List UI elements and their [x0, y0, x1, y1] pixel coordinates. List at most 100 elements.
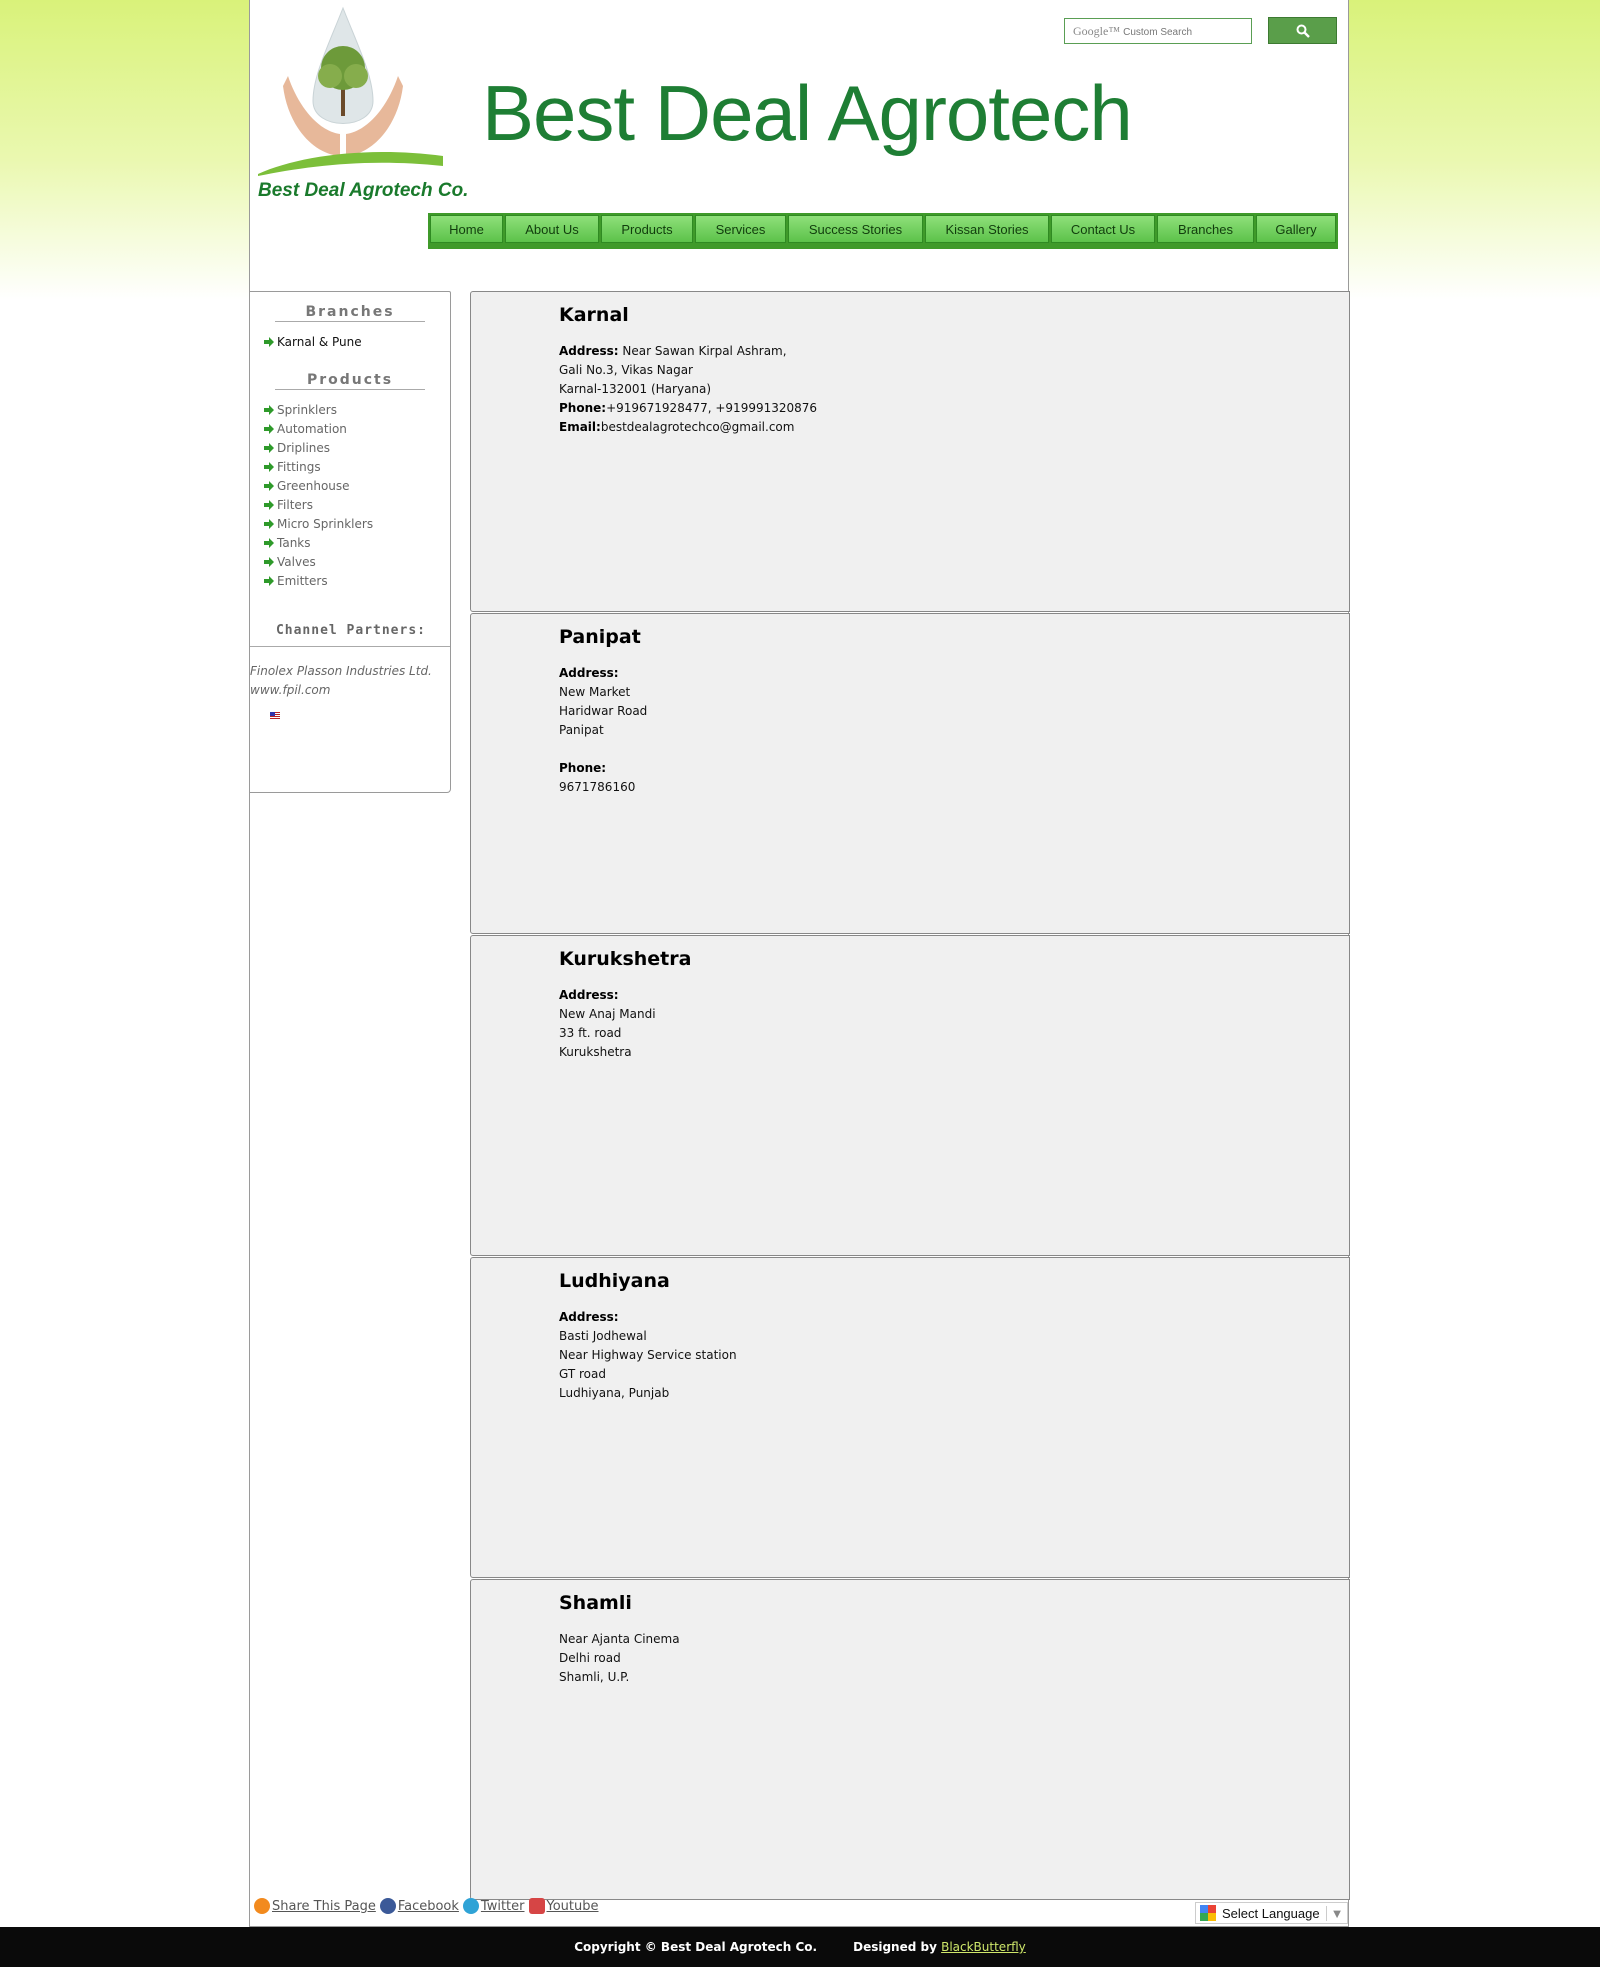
- arrow-right-icon: [264, 537, 274, 548]
- nav-kissan-stories[interactable]: Kissan Stories: [925, 215, 1049, 243]
- arrow-right-icon: [264, 556, 274, 567]
- language-select[interactable]: Select Language ▼: [1195, 1902, 1348, 1924]
- search-icon: [1296, 24, 1310, 38]
- nav-contact-us[interactable]: Contact Us: [1051, 215, 1155, 243]
- branch-details: Address: Near Sawan Kirpal Ashram, Gali …: [559, 342, 817, 437]
- address-line: GT road: [559, 1367, 606, 1381]
- google-translate-icon: [1200, 1905, 1216, 1921]
- language-select-label: Select Language: [1222, 1905, 1320, 1921]
- branches-heading: Branches: [275, 304, 425, 322]
- logo[interactable]: Best Deal Agrotech Co.: [258, 6, 468, 202]
- nav-about-us[interactable]: About Us: [505, 215, 599, 243]
- main-nav: Home About Us Products Services Success …: [428, 213, 1338, 249]
- logo-text: Best Deal Agrotech Co.: [258, 180, 469, 201]
- partner-url-link[interactable]: www.fpil.com: [250, 681, 450, 700]
- arrow-right-icon: [264, 423, 274, 434]
- arrow-right-icon: [264, 461, 274, 472]
- address-line: Shamli, U.P.: [559, 1670, 630, 1684]
- branch-details: Address: New Market Haridwar Road Panipa…: [559, 664, 647, 797]
- sidebar-item-greenhouse[interactable]: Greenhouse: [264, 476, 450, 495]
- sidebar-item-karnal-pune[interactable]: Karnal & Pune: [264, 332, 450, 351]
- address-line: Panipat: [559, 723, 604, 737]
- email-label: Email:: [559, 420, 601, 434]
- email-address[interactable]: bestdealagrotechco@gmail.com: [601, 420, 795, 434]
- phone-label: Phone:: [559, 761, 607, 775]
- branch-name: Panipat: [559, 626, 641, 648]
- page-container: Best Deal Agrotech Co. Best Deal Agrotec…: [249, 0, 1350, 1927]
- partner-name: Finolex Plasson Industries Ltd.: [250, 664, 432, 678]
- arrow-right-icon: [264, 442, 274, 453]
- site-title: Best Deal Agrotech: [482, 69, 1133, 157]
- branch-name: Shamli: [559, 1592, 632, 1614]
- nav-success-stories[interactable]: Success Stories: [788, 215, 923, 243]
- designed-by-label: Designed by: [853, 1940, 942, 1954]
- sidebar-item-automation[interactable]: Automation: [264, 419, 450, 438]
- address-line: Karnal-132001 (Haryana): [559, 382, 712, 396]
- products-list: Sprinklers Automation Driplines Fittings…: [250, 400, 450, 590]
- search-button[interactable]: [1268, 17, 1337, 44]
- branch-name: Karnal: [559, 304, 629, 326]
- sidebar-item-fittings[interactable]: Fittings: [264, 457, 450, 476]
- youtube-icon: [528, 1898, 545, 1914]
- products-heading: Products: [275, 372, 425, 390]
- twitter-icon: [462, 1898, 479, 1914]
- dropdown-arrow-icon: ▼: [1325, 1905, 1343, 1921]
- sidebar-item-valves[interactable]: Valves: [264, 552, 450, 571]
- facebook-icon: [379, 1898, 396, 1914]
- rss-share-icon: [254, 1898, 270, 1914]
- branch-name: Kurukshetra: [559, 948, 692, 970]
- address-line: Gali No.3, Vikas Nagar: [559, 363, 693, 377]
- branch-card-panipat: Panipat Address: New Market Haridwar Roa…: [470, 613, 1350, 934]
- address-label: Address:: [559, 1310, 619, 1324]
- branch-name: Ludhiyana: [559, 1270, 670, 1292]
- sidebar-item-label: Valves: [277, 554, 316, 569]
- google-label: Google™: [1073, 24, 1121, 38]
- sidebar-item-emitters[interactable]: Emitters: [264, 571, 450, 590]
- nav-services[interactable]: Services: [695, 215, 786, 243]
- sidebar-item-sprinklers[interactable]: Sprinklers: [264, 400, 450, 419]
- search-placeholder: Custom Search: [1123, 27, 1193, 38]
- sidebar-item-label: Sprinklers: [277, 402, 337, 417]
- sidebar-item-label: Filters: [277, 497, 313, 512]
- facebook-link[interactable]: Facebook: [398, 1899, 459, 1914]
- nav-home[interactable]: Home: [430, 215, 503, 243]
- designed-by: Designed by BlackButterfly: [853, 1940, 1026, 1954]
- nav-products[interactable]: Products: [601, 215, 693, 243]
- nav-branches[interactable]: Branches: [1157, 215, 1254, 243]
- address-label: Address:: [559, 666, 619, 680]
- branch-card-kurukshetra: Kurukshetra Address: New Anaj Mandi 33 f…: [470, 935, 1350, 1256]
- youtube-link[interactable]: Youtube: [547, 1899, 599, 1914]
- nav-gallery[interactable]: Gallery: [1256, 215, 1336, 243]
- sidebar-item-filters[interactable]: Filters: [264, 495, 450, 514]
- sidebar-item-label: Driplines: [277, 440, 331, 455]
- branch-details: Address: Basti Jodhewal Near Highway Ser…: [559, 1308, 737, 1403]
- sidebar-item-label: Fittings: [277, 459, 321, 474]
- address-line: Kurukshetra: [559, 1045, 632, 1059]
- designer-link[interactable]: BlackButterfly: [941, 1940, 1026, 1954]
- branch-card-karnal: Karnal Address: Near Sawan Kirpal Ashram…: [470, 291, 1350, 612]
- address-line: New Anaj Mandi: [559, 1007, 656, 1021]
- share-this-page-link[interactable]: Share This Page: [272, 1899, 376, 1914]
- address-label: Address:: [559, 344, 619, 358]
- address-line: Delhi road: [559, 1651, 621, 1665]
- flag-icon[interactable]: [270, 712, 280, 719]
- sidebar-item-tanks[interactable]: Tanks: [264, 533, 450, 552]
- sidebar-item-label: Karnal & Pune: [277, 334, 362, 349]
- arrow-right-icon: [264, 480, 274, 491]
- search-input[interactable]: Google™ Custom Search: [1064, 18, 1252, 44]
- sidebar-item-driplines[interactable]: Driplines: [264, 438, 450, 457]
- arrow-right-icon: [264, 575, 274, 586]
- twitter-link[interactable]: Twitter: [481, 1899, 525, 1914]
- branch-card-shamli: Shamli Near Ajanta Cinema Delhi road Sha…: [470, 1579, 1350, 1900]
- channel-partners-heading: Channel Partners:: [250, 623, 450, 647]
- address-label: Address:: [559, 988, 619, 1002]
- sidebar-item-label: Automation: [277, 421, 347, 436]
- copyright-text: Copyright © Best Deal Agrotech Co.: [574, 1940, 818, 1954]
- branch-card-ludhiyana: Ludhiyana Address: Basti Jodhewal Near H…: [470, 1257, 1350, 1578]
- sidebar-item-label: Tanks: [277, 535, 311, 550]
- address-line: Near Sawan Kirpal Ashram,: [618, 344, 787, 358]
- address-line: Ludhiyana, Punjab: [559, 1386, 670, 1400]
- address-line: Near Highway Service station: [559, 1348, 737, 1362]
- arrow-right-icon: [264, 518, 274, 529]
- sidebar-item-micro-sprinklers[interactable]: Micro Sprinklers: [264, 514, 450, 533]
